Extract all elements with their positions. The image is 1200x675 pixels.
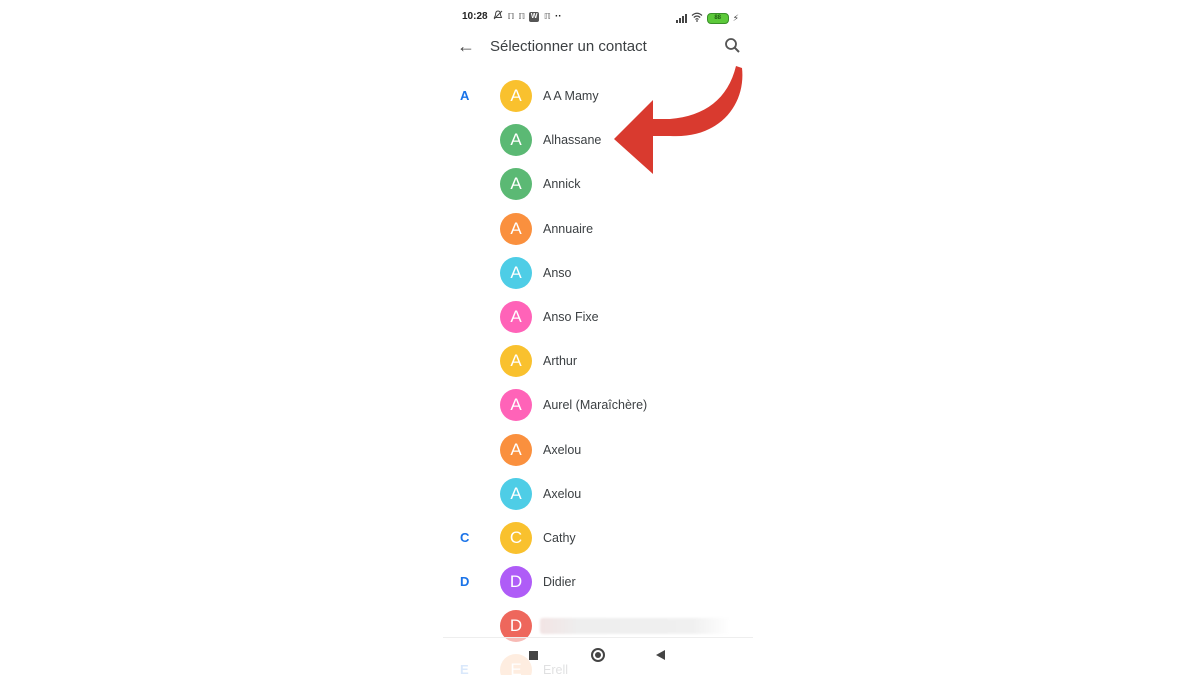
red-curved-arrow-annotation [614,66,743,174]
contact-name: Annuaire [543,221,594,236]
contact-name: Alhassane [543,133,602,148]
status-bar: 10:28 ℿ ℿ W ℿ ·· 88 ⚡ [443,0,753,32]
contact-row[interactable]: A Axelou [443,428,753,472]
signal-icon [675,13,687,23]
contact-avatar: A [500,300,532,333]
contact-row[interactable]: A Anso [443,251,753,295]
contact-avatar: A [500,256,532,289]
contact-avatar: A [500,433,532,466]
contact-name: Didier [543,575,576,590]
more-dots-icon: ·· [554,11,562,22]
contact-name: Axelou [543,486,582,501]
app-bar: ← Sélectionner un contact [443,32,753,64]
contact-avatar: C [500,521,532,554]
recents-button[interactable] [529,651,538,660]
status-left: 10:28 ℿ ℿ W ℿ ·· [462,10,562,23]
battery-icon: 88 [706,12,729,24]
contact-avatar: A [500,168,532,201]
contact-name: Anso [543,265,572,280]
status-right: 88 ⚡ [675,9,739,27]
contact-avatar: A [500,389,532,422]
charging-icon: ⚡ [732,12,739,23]
contact-name: Anso Fixe [543,309,599,324]
contact-row[interactable]: D D Didier [443,560,753,604]
contact-row[interactable]: C C Cathy [443,516,753,560]
contact-avatar: A [500,124,532,157]
back-arrow-icon[interactable]: ← [457,36,475,57]
contact-avatar: A [500,80,532,112]
contact-row[interactable]: A Anso Fixe [443,295,753,339]
section-letter: C [460,529,470,545]
search-icon[interactable] [723,36,743,56]
notification-icon: ℿ [507,12,515,21]
contact-avatar: A [500,477,532,510]
contact-name: Axelou [543,442,582,457]
contact-row[interactable]: A Aurel (Maraîchère) [443,383,753,427]
system-back-button[interactable] [656,650,665,660]
wifi-icon [691,9,703,27]
arrow-shape [614,66,743,174]
contact-name: Cathy [543,530,576,545]
notification-icon: ℿ [518,12,525,21]
contact-name: Annick [543,177,581,192]
contact-row[interactable]: A Annuaire [443,207,753,251]
alarm-off-icon [493,10,503,23]
section-letter: A [460,88,470,103]
section-letter: D [460,574,470,590]
contact-name: A A Mamy [543,89,599,103]
blurred-contact-name [540,618,730,635]
contact-name: Aurel (Maraîchère) [543,398,648,413]
notification-icon: ℿ [544,12,551,21]
status-time: 10:28 [462,11,488,22]
w-app-icon: W [529,11,540,22]
contact-avatar: D [500,566,532,599]
contact-avatar: A [500,212,532,245]
contact-row[interactable]: A Arthur [443,339,753,383]
contact-avatar: A [500,345,532,378]
page-title: Sélectionner un contact [490,38,647,55]
navigation-bar [443,637,753,675]
contact-row[interactable]: A Axelou [443,472,753,516]
home-button[interactable] [591,648,605,662]
contact-name: Arthur [543,354,578,369]
